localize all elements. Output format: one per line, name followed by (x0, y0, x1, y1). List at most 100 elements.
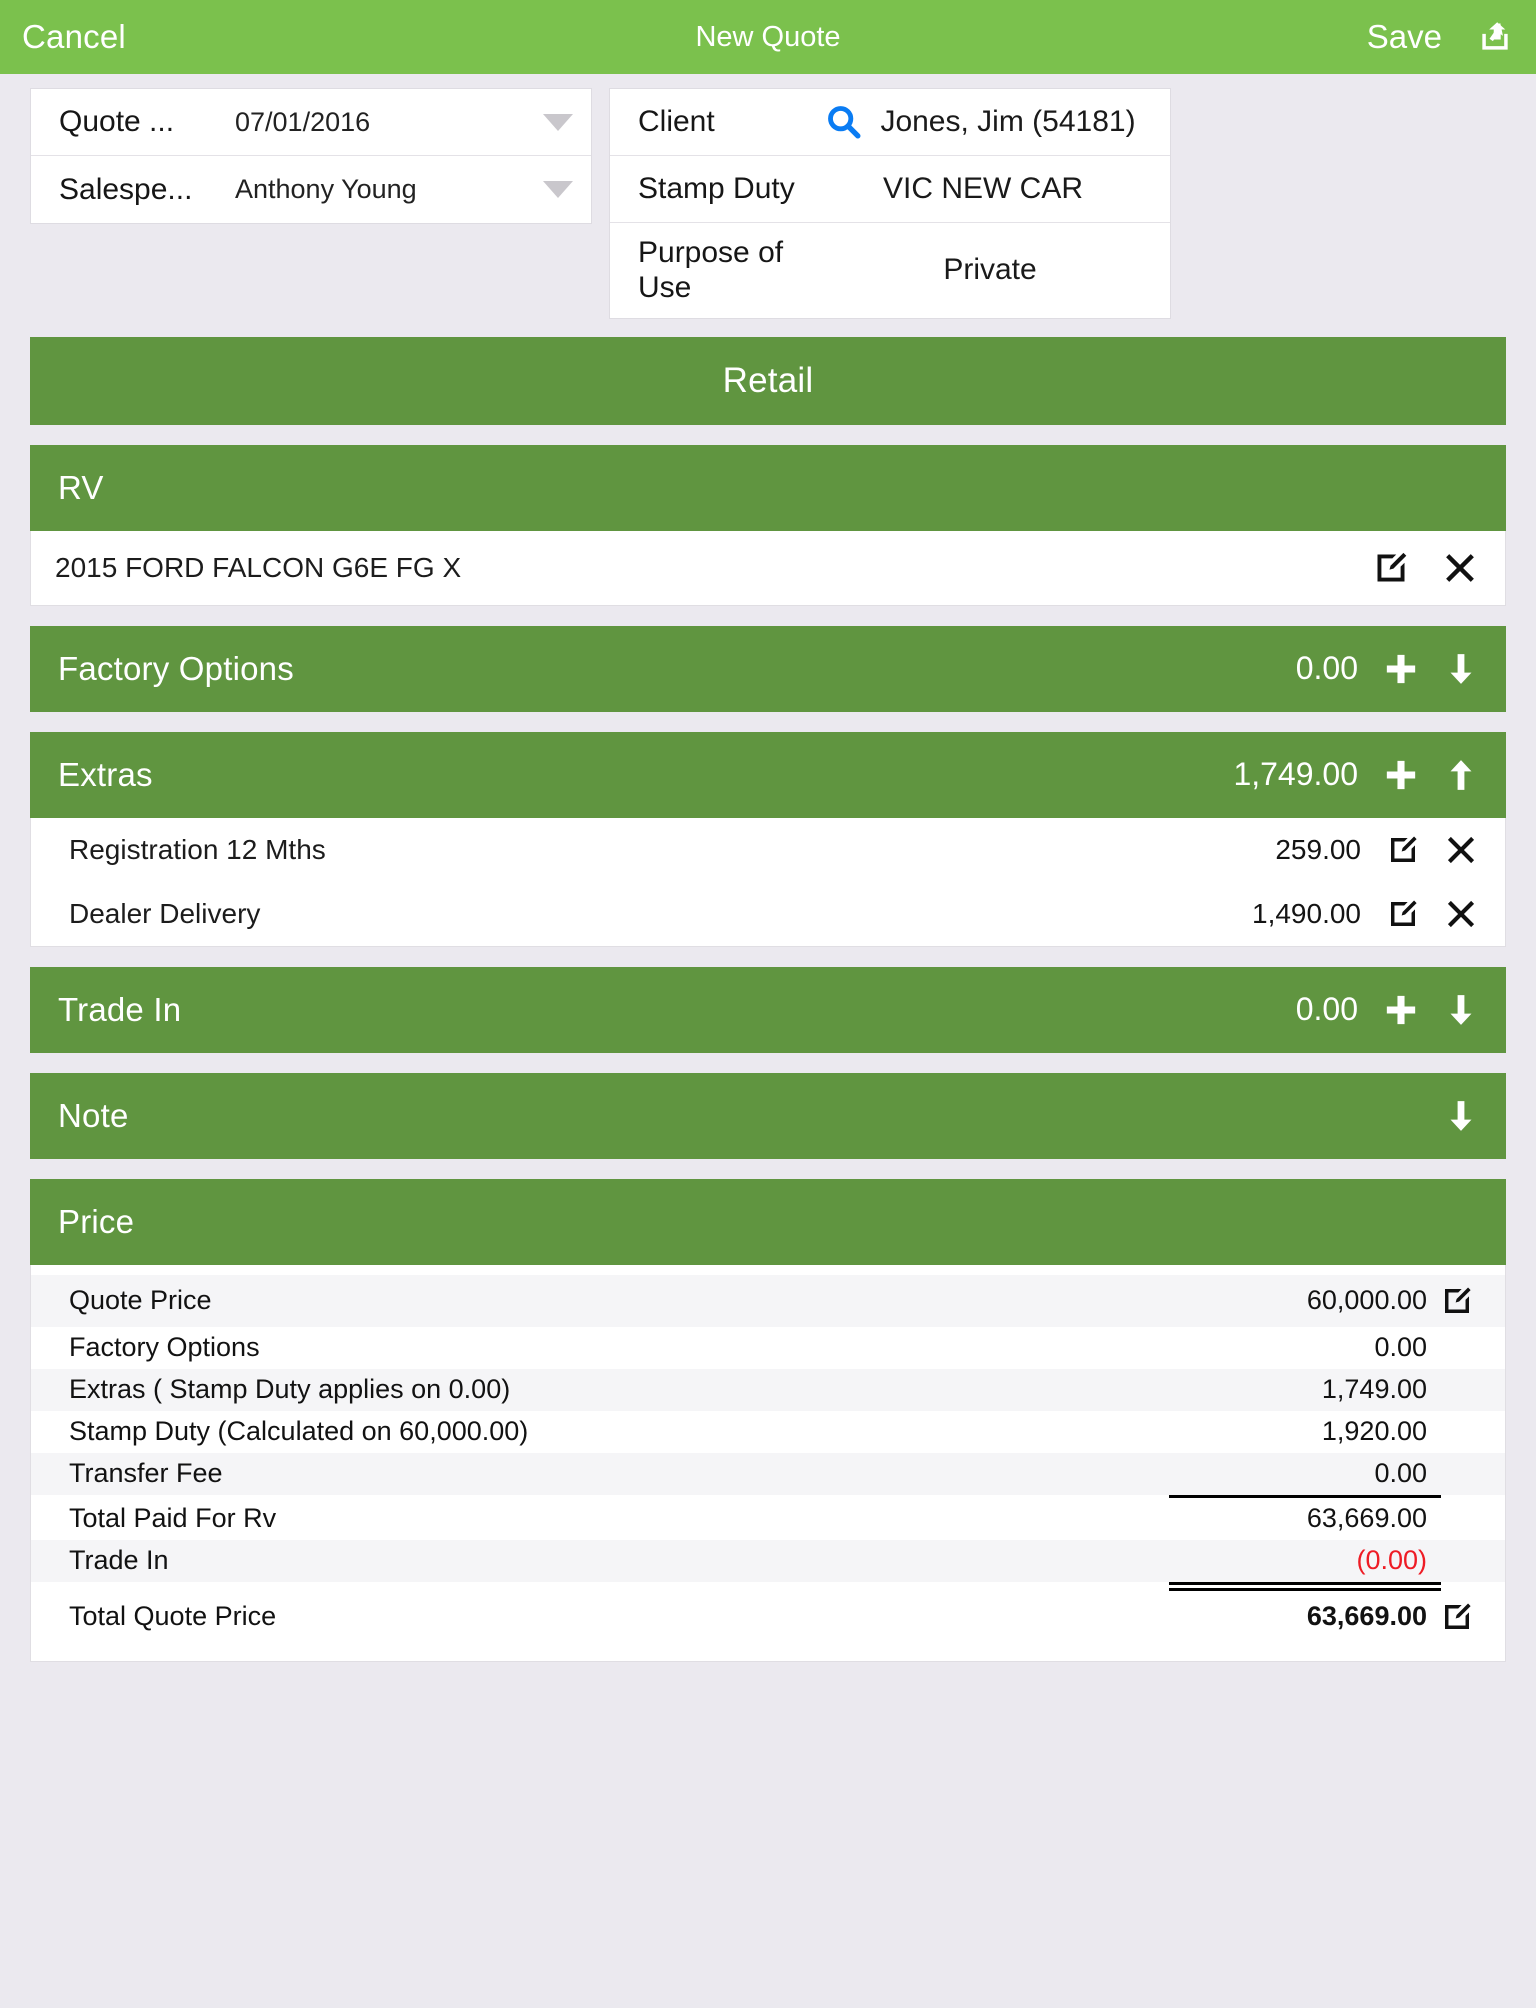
delete-button[interactable] (1443, 551, 1477, 585)
extras-list: Registration 12 Mths 259.00 Dealer Deliv… (30, 817, 1506, 947)
edit-total-quote-price-button[interactable] (1441, 1601, 1475, 1633)
extras-actions: 1,749.00 (1233, 756, 1478, 793)
chevron-down-icon[interactable] (543, 181, 573, 198)
extras-title: Extras (58, 755, 153, 793)
rv-header[interactable]: RV (30, 444, 1506, 531)
edit-icon (1445, 1603, 1471, 1629)
table-row: Total Paid For Rv 63,669.00 (31, 1498, 1505, 1540)
collapse-extras-button[interactable] (1444, 758, 1478, 792)
delete-button[interactable] (1445, 834, 1477, 866)
price-row-value: 63,669.00 (1306, 1601, 1427, 1632)
extra-label: Dealer Delivery (69, 897, 261, 929)
expand-note-button[interactable] (1444, 1099, 1478, 1133)
close-icon (1447, 900, 1475, 927)
navbar-right-group: Save (1367, 18, 1514, 56)
quote-date-value: 07/01/2016 (235, 106, 371, 137)
stamp-duty-value: VIC NEW CAR (882, 172, 1083, 205)
price-row-label: Factory Options (69, 1332, 260, 1363)
table-row: Factory Options 0.00 (31, 1327, 1505, 1369)
price-row-label: Transfer Fee (69, 1458, 223, 1489)
extra-amount: 259.00 (1275, 833, 1361, 865)
rv-title: RV (58, 468, 104, 506)
add-factory-option-button[interactable] (1384, 652, 1418, 686)
retail-header[interactable]: Retail (30, 336, 1506, 425)
factory-options-header[interactable]: Factory Options 0.00 (30, 625, 1506, 712)
close-icon (1446, 553, 1474, 582)
list-item[interactable]: Dealer Delivery 1,490.00 (31, 882, 1505, 946)
factory-options-title: Factory Options (58, 649, 294, 687)
price-table: Quote Price 60,000.00 Factory Options 0.… (30, 1264, 1506, 1662)
note-header[interactable]: Note (30, 1072, 1506, 1159)
rv-vehicle-label: 2015 FORD FALCON G6E FG X (55, 551, 462, 583)
price-title: Price (58, 1202, 135, 1240)
table-row[interactable]: Total Quote Price 63,669.00 (31, 1591, 1505, 1643)
price-header[interactable]: Price (30, 1178, 1506, 1265)
table-row[interactable]: Quote Price 60,000.00 (31, 1274, 1505, 1327)
factory-options-amount: 0.00 (1295, 650, 1358, 687)
purpose-of-use-value: Private (943, 253, 1037, 287)
close-icon (1447, 836, 1475, 863)
edit-button[interactable] (1373, 550, 1409, 586)
price-row-label: Quote Price (69, 1285, 212, 1316)
arrow-down-icon (1450, 994, 1472, 1025)
table-row: Extras ( Stamp Duty applies on 0.00) 1,7… (31, 1368, 1505, 1411)
page-title: New Quote (695, 20, 841, 53)
cancel-button[interactable]: Cancel (22, 18, 126, 56)
arrow-down-icon (1450, 653, 1472, 684)
expand-trade-in-button[interactable] (1444, 993, 1478, 1027)
client-row[interactable]: Client Jones, Jim (54181) (610, 89, 1170, 156)
plus-icon (1386, 995, 1416, 1024)
arrow-down-icon (1450, 1100, 1472, 1131)
edit-button[interactable] (1387, 834, 1419, 866)
client-value: Jones, Jim (54181) (880, 105, 1136, 138)
extra-actions: 1,490.00 (1211, 898, 1477, 930)
rv-row-actions (1373, 550, 1477, 586)
price-row-label: Extras ( Stamp Duty applies on 0.00) (69, 1374, 511, 1405)
table-row: Stamp Duty (Calculated on 60,000.00) 1,9… (31, 1411, 1505, 1453)
add-trade-in-button[interactable] (1384, 993, 1418, 1027)
trade-in-header[interactable]: Trade In 0.00 (30, 966, 1506, 1053)
rv-list: 2015 FORD FALCON G6E FG X (30, 530, 1506, 606)
sections: Retail RV 2015 FORD FALCON G6E FG X Fact… (0, 336, 1536, 1662)
share-button[interactable] (1476, 18, 1514, 56)
list-item[interactable]: 2015 FORD FALCON G6E FG X (31, 531, 1505, 605)
save-button[interactable]: Save (1367, 18, 1442, 56)
stamp-duty-row[interactable]: Stamp Duty VIC NEW CAR (610, 156, 1170, 223)
salesperson-label: Salespe... (59, 172, 193, 206)
price-row-label: Stamp Duty (Calculated on 60,000.00) (69, 1416, 529, 1447)
extra-label: Registration 12 Mths (69, 833, 326, 865)
edit-icon (1391, 836, 1417, 862)
edit-button[interactable] (1387, 898, 1419, 930)
stamp-duty-label: Stamp Duty (638, 172, 795, 205)
note-actions (1444, 1099, 1478, 1133)
total-rule (31, 1581, 1505, 1591)
price-row-label: Trade In (69, 1545, 169, 1576)
table-row: Trade In (0.00) (31, 1539, 1505, 1582)
search-icon[interactable] (824, 102, 864, 142)
expand-factory-options-button[interactable] (1444, 652, 1478, 686)
arrow-up-icon (1450, 759, 1472, 790)
price-row-label: Total Quote Price (69, 1601, 277, 1632)
chevron-down-icon[interactable] (543, 113, 573, 131)
edit-quote-price-button[interactable] (1441, 1285, 1475, 1317)
table-row: Transfer Fee 0.00 (31, 1452, 1505, 1495)
add-extra-button[interactable] (1384, 758, 1418, 792)
retail-title: Retail (722, 360, 814, 400)
price-row-value: 1,749.00 (1321, 1374, 1427, 1405)
list-item[interactable]: Registration 12 Mths 259.00 (31, 818, 1505, 882)
extras-amount: 1,749.00 (1233, 756, 1358, 793)
quote-date-row[interactable]: Quote ... 07/01/2016 (31, 89, 591, 156)
purpose-of-use-row[interactable]: Purpose of Use Private (610, 223, 1170, 318)
edit-icon (1377, 552, 1407, 582)
edit-icon (1445, 1287, 1471, 1313)
extras-header[interactable]: Extras 1,749.00 (30, 731, 1506, 818)
navbar: Cancel New Quote Save (0, 0, 1536, 74)
trade-in-amount: 0.00 (1295, 991, 1358, 1028)
price-row-value: 63,669.00 (1306, 1503, 1427, 1534)
delete-button[interactable] (1445, 898, 1477, 930)
price-row-value: 0.00 (1374, 1332, 1427, 1363)
salesperson-value: Anthony Young (235, 174, 417, 204)
price-row-value: 1,920.00 (1321, 1416, 1427, 1447)
salesperson-row[interactable]: Salespe... Anthony Young (31, 156, 591, 223)
extra-actions: 259.00 (1211, 834, 1477, 866)
